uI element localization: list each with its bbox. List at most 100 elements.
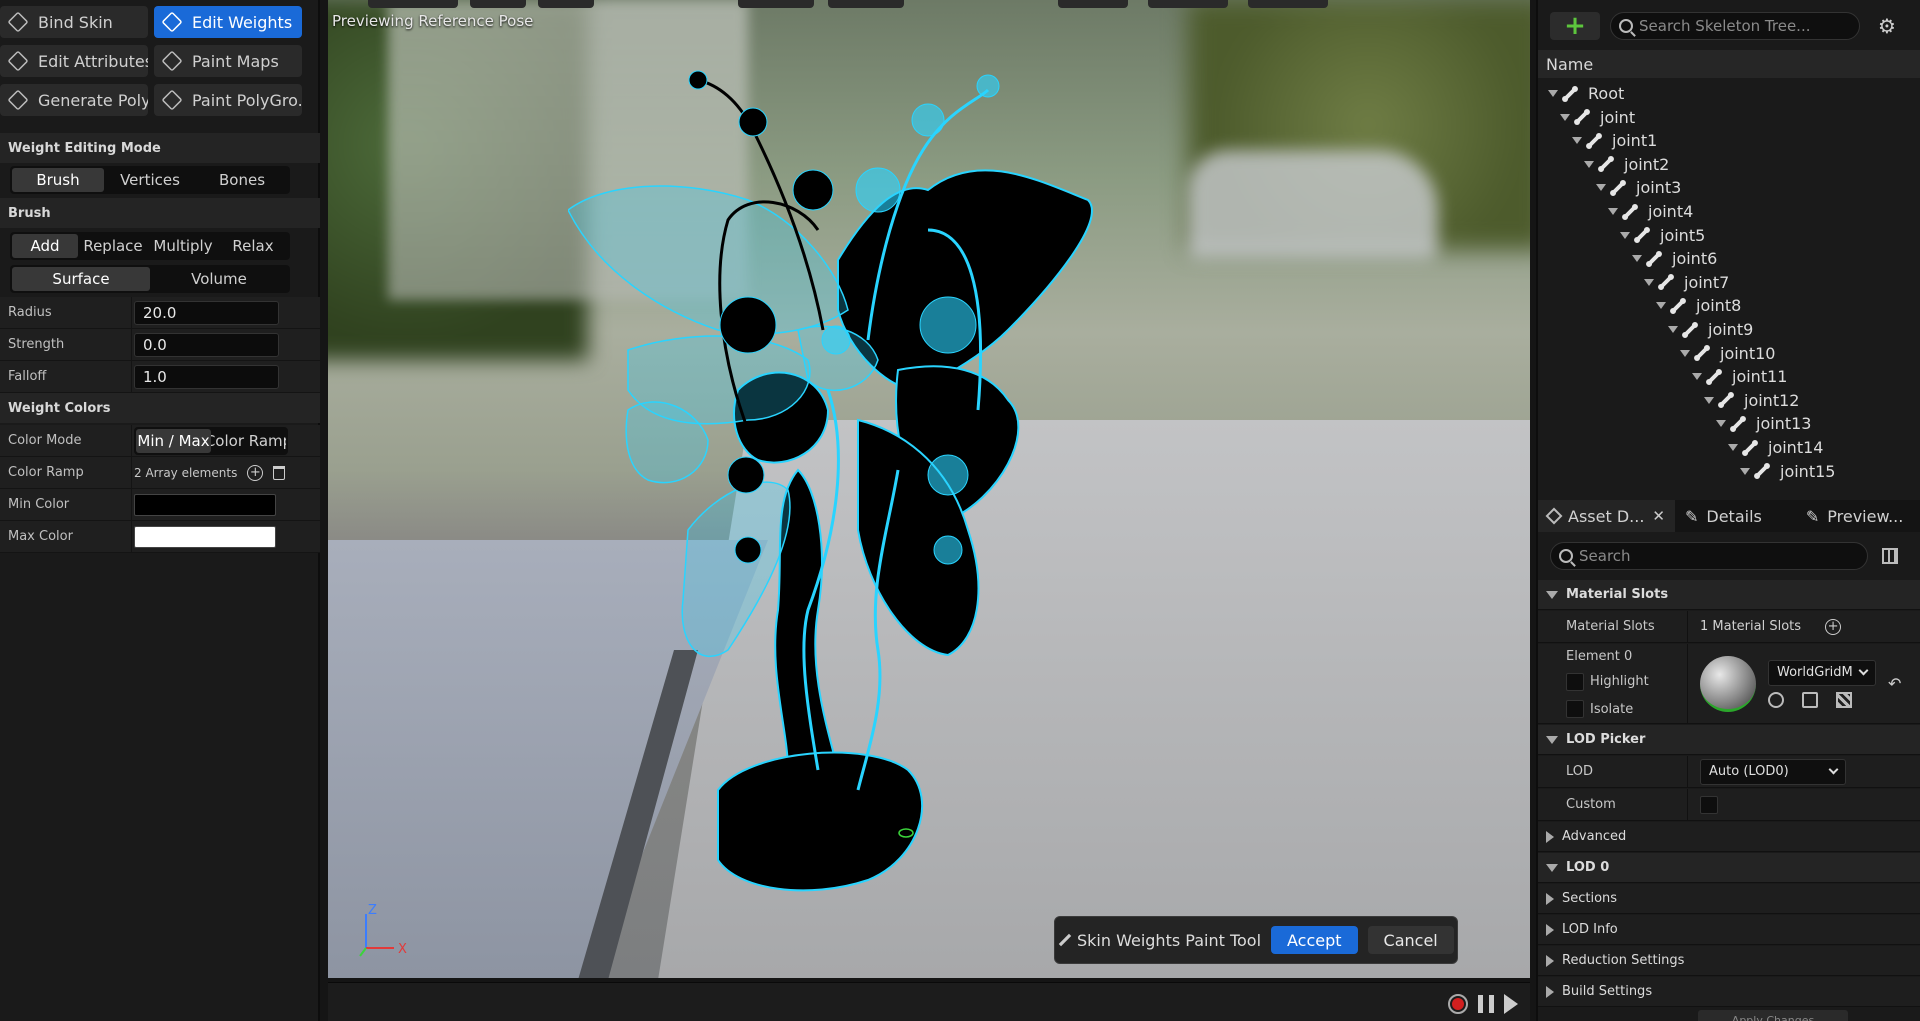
viewport-toolbar-chip[interactable] [538,0,594,8]
tab-preview[interactable]: ✎ Preview... [1796,500,1913,532]
checker-icon[interactable] [1836,691,1852,708]
expand-arrow-icon[interactable] [1728,444,1738,451]
expand-arrow-icon[interactable] [1740,467,1750,475]
generate-poly-button[interactable]: Generate Poly... [0,84,148,116]
skeleton-search-input[interactable]: Search Skeleton Tree... [1610,12,1860,40]
color-mode-ramp[interactable]: Color Ramp [211,429,286,453]
expand-arrow-icon[interactable] [1716,420,1726,428]
op-add[interactable]: Add [12,234,78,258]
viewport-toolbar-chip[interactable] [1148,0,1228,8]
expand-arrow-icon[interactable] [1632,255,1642,263]
viewport-toolbar-chip[interactable] [470,0,526,8]
mode-brush[interactable]: Brush [12,168,104,192]
expand-arrow-icon[interactable] [1680,349,1690,357]
record-icon[interactable] [1448,994,1468,1014]
expand-arrow-icon[interactable] [1620,231,1630,239]
expand-arrow-icon[interactable] [1548,90,1558,97]
lod-picker-section[interactable]: LOD Picker [1538,725,1920,755]
tree-row-joint[interactable]: joint [1560,106,1635,129]
space-surface[interactable]: Surface [12,267,150,291]
tree-row-joint13[interactable]: joint13 [1716,412,1811,435]
tree-row-joint9[interactable]: joint9 [1668,318,1753,341]
radius-input[interactable]: 20.0 [134,300,279,325]
advanced-section[interactable]: Advanced [1538,822,1920,852]
reset-arrow-icon[interactable]: ↶ [1888,674,1901,693]
tree-row-joint14[interactable]: joint14 [1728,436,1823,459]
add-element-icon[interactable]: + [247,464,264,481]
color-mode-minmax[interactable]: Min / Max [136,428,211,453]
expand-arrow-icon[interactable] [1572,137,1582,145]
bind-skin-button[interactable]: Bind Skin [0,6,148,38]
tree-row-joint11[interactable]: joint11 [1692,365,1787,388]
sections-subsection[interactable]: Sections [1538,884,1920,914]
mode-bones[interactable]: Bones [196,168,288,192]
tree-row-joint7[interactable]: joint7 [1644,271,1729,294]
mode-vertices[interactable]: Vertices [104,168,196,192]
material-thumbnail[interactable] [1700,655,1756,712]
cancel-button[interactable]: Cancel [1367,926,1454,954]
play-icon[interactable] [1504,994,1518,1014]
details-search-input[interactable]: Search [1550,542,1868,570]
reduction-settings-subsection[interactable]: Reduction Settings [1538,946,1920,976]
expand-arrow-icon[interactable] [1656,302,1666,310]
tree-row-joint4[interactable]: joint4 [1608,200,1693,223]
tree-row-joint10[interactable]: joint10 [1680,342,1775,365]
paint-polygroups-button[interactable]: Paint PolyGro... [154,84,302,116]
tree-row-joint6[interactable]: joint6 [1632,247,1717,270]
isolate-checkbox[interactable] [1566,700,1584,719]
add-slot-icon[interactable]: + [1825,618,1842,635]
close-icon[interactable]: ✕ [1652,507,1665,525]
pause-icon[interactable] [1478,995,1494,1013]
grid-view-icon[interactable] [1882,548,1898,564]
trash-icon[interactable] [273,465,286,480]
op-replace[interactable]: Replace [78,234,148,258]
tree-row-root[interactable]: Root [1548,82,1624,105]
material-slots-section[interactable]: Material Slots [1538,580,1920,610]
falloff-input[interactable]: 1.0 [134,364,279,389]
expand-arrow-icon[interactable] [1608,208,1618,215]
viewport-toolbar-chip[interactable] [828,0,904,8]
expand-arrow-icon[interactable] [1692,373,1702,381]
expand-arrow-icon[interactable] [1584,160,1594,168]
lod-info-subsection[interactable]: LOD Info [1538,915,1920,945]
tree-row-joint1[interactable]: joint1 [1572,129,1657,152]
build-settings-subsection[interactable]: Build Settings [1538,977,1920,1007]
expand-arrow-icon[interactable] [1668,326,1678,333]
tree-row-joint15[interactable]: joint15 [1740,460,1835,483]
lod-dropdown[interactable]: Auto (LOD0) [1700,758,1846,785]
max-color-swatch[interactable] [134,525,276,548]
space-volume[interactable]: Volume [150,267,288,291]
strength-input[interactable]: 0.0 [134,332,279,357]
viewport-toolbar-chip[interactable] [738,0,814,8]
op-relax[interactable]: Relax [218,234,288,258]
tree-row-joint3[interactable]: joint3 [1596,176,1681,199]
tree-row-joint8[interactable]: joint8 [1656,294,1741,317]
edit-attributes-button[interactable]: Edit Attributes [0,45,148,77]
lod0-section[interactable]: LOD 0 [1538,853,1920,883]
expand-arrow-icon[interactable] [1596,184,1606,192]
timeline-bar[interactable] [328,982,1530,1021]
skeletal-mesh-figure[interactable] [568,30,1128,910]
viewport-toolbar-chip[interactable] [368,0,458,8]
tab-asset-details[interactable]: Asset D... ✕ [1538,500,1675,532]
tab-details[interactable]: ✎ Details [1675,500,1772,532]
viewport[interactable]: Previewing Reference Pose Z X Skin Weigh… [328,0,1530,978]
tree-row-joint5[interactable]: joint5 [1620,224,1705,247]
viewport-toolbar-chip[interactable] [1058,0,1128,8]
min-color-swatch[interactable] [134,493,276,516]
material-dropdown[interactable]: WorldGridM [1768,659,1876,686]
accept-button[interactable]: Accept [1271,926,1358,954]
expand-arrow-icon[interactable] [1560,113,1570,121]
tree-row-joint2[interactable]: joint2 [1584,153,1669,176]
apply-changes-button[interactable]: Apply Changes [1698,1010,1848,1021]
tree-row-joint12[interactable]: joint12 [1704,389,1799,412]
add-bone-button[interactable]: + [1550,11,1600,41]
custom-checkbox[interactable] [1700,795,1718,814]
viewport-toolbar-chip[interactable] [1248,0,1328,8]
expand-arrow-icon[interactable] [1704,396,1714,404]
edit-weights-button[interactable]: Edit Weights [154,6,302,38]
paint-maps-button[interactable]: Paint Maps [154,45,302,77]
expand-arrow-icon[interactable] [1644,278,1654,286]
browse-asset-icon[interactable] [1768,691,1784,708]
op-multiply[interactable]: Multiply [148,234,218,258]
